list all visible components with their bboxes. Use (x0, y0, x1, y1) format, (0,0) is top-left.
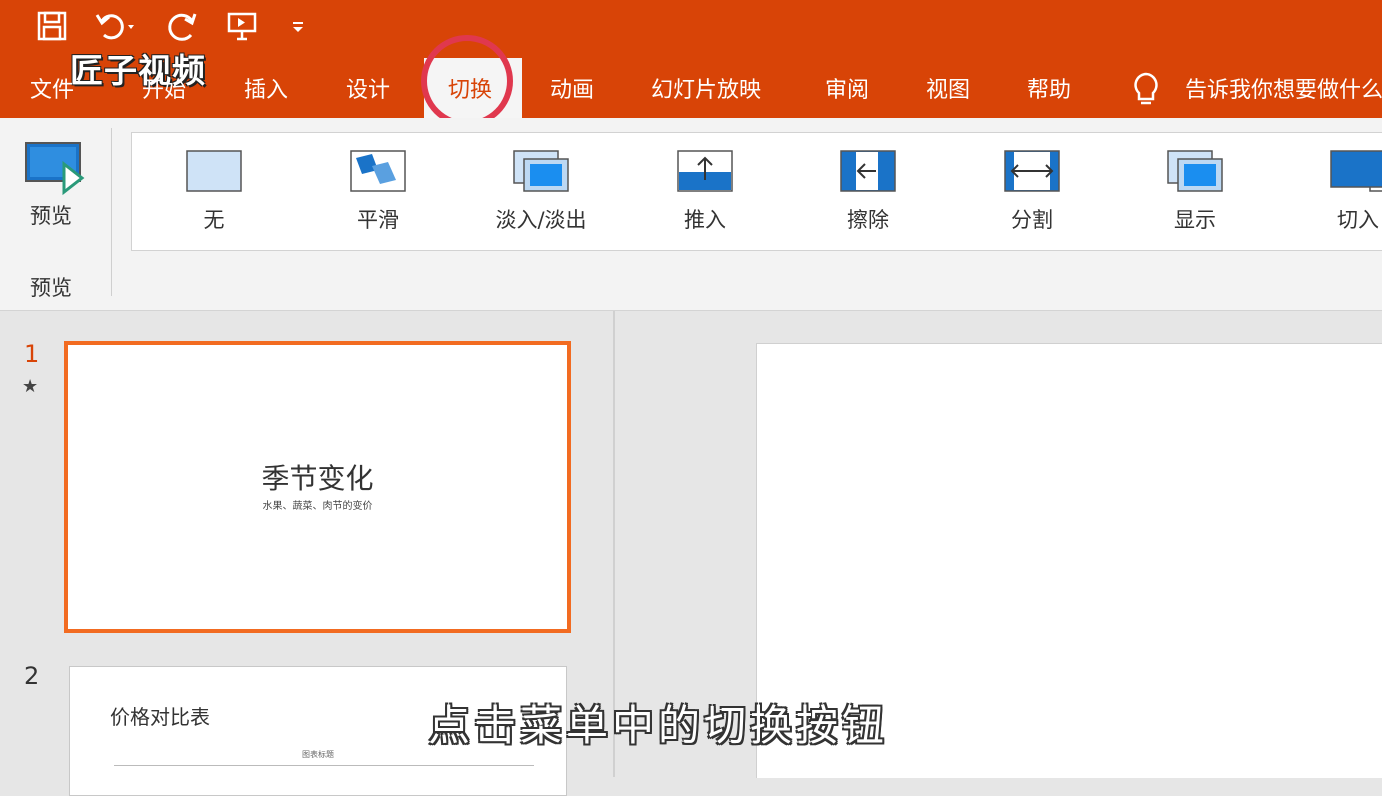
transition-none-icon (186, 150, 242, 192)
transition-none-label: 无 (203, 208, 225, 232)
transition-reveal-label: 显示 (1174, 208, 1216, 232)
tab-insert[interactable]: 插入 (244, 72, 288, 104)
transition-split-label: 分割 (1011, 208, 1053, 232)
tab-animations[interactable]: 动画 (550, 72, 594, 104)
transition-morph[interactable]: 平滑 (318, 150, 438, 240)
slide-title: 价格对比表 (110, 705, 210, 729)
transition-split[interactable]: 分割 (972, 150, 1092, 240)
transition-push-icon (677, 150, 733, 192)
video-caption: 点击菜单中的切换按钮 (428, 701, 889, 750)
tab-view[interactable]: 视图 (926, 72, 970, 104)
transition-cut-icon (1330, 150, 1382, 192)
transition-wipe[interactable]: 擦除 (808, 150, 928, 240)
tab-home[interactable]: 开始 (142, 72, 186, 104)
save-icon[interactable] (32, 6, 72, 46)
ribbon-divider (111, 128, 112, 296)
preview-button-label: 预览 (30, 204, 72, 228)
transition-wipe-icon (840, 150, 896, 192)
transition-cut-label: 切入 (1337, 208, 1379, 232)
tell-me-search[interactable]: 告诉我你想要做什么 (1185, 72, 1382, 104)
tab-help[interactable]: 帮助 (1027, 72, 1071, 104)
lightbulb-icon[interactable] (1130, 70, 1162, 114)
transition-split-icon (1004, 150, 1060, 192)
transition-wipe-label: 擦除 (847, 208, 889, 232)
slide-number: 1 (24, 340, 40, 368)
customize-quick-access-icon[interactable] (278, 6, 318, 46)
slide-number: 2 (24, 662, 40, 690)
preview-icon (25, 142, 85, 196)
transition-fade[interactable]: 淡入/淡出 (481, 150, 601, 240)
present-from-start-icon[interactable] (222, 6, 262, 46)
transition-morph-label: 平滑 (357, 208, 399, 232)
highlight-circle (421, 35, 513, 127)
tab-design[interactable]: 设计 (346, 72, 390, 104)
transition-fade-label: 淡入/淡出 (495, 208, 587, 232)
transition-fade-icon (513, 150, 569, 192)
transition-none[interactable]: 无 (154, 150, 274, 240)
tab-file[interactable]: 文件 (30, 72, 74, 104)
slide-title: 季节变化 (261, 462, 374, 495)
transition-reveal[interactable]: 显示 (1135, 150, 1255, 240)
transition-cut[interactable]: 切入 (1298, 150, 1382, 240)
tab-review[interactable]: 审阅 (825, 72, 869, 104)
tab-slideshow[interactable]: 幻灯片放映 (651, 72, 761, 104)
transition-morph-icon (350, 150, 406, 192)
slide-thumbnail-1[interactable]: 季节变化 水果、蔬菜、肉节的变价 (64, 341, 571, 633)
transition-reveal-icon (1167, 150, 1223, 192)
transition-push[interactable]: 推入 (645, 150, 765, 240)
slide-subtitle: 水果、蔬菜、肉节的变价 (262, 501, 373, 512)
undo-icon[interactable] (94, 6, 134, 46)
redo-icon[interactable] (162, 6, 202, 46)
preview-group-label: 预览 (30, 276, 72, 300)
transition-star-icon: ★ (22, 376, 39, 397)
chart-gridline (114, 765, 534, 766)
transition-push-label: 推入 (684, 208, 726, 232)
